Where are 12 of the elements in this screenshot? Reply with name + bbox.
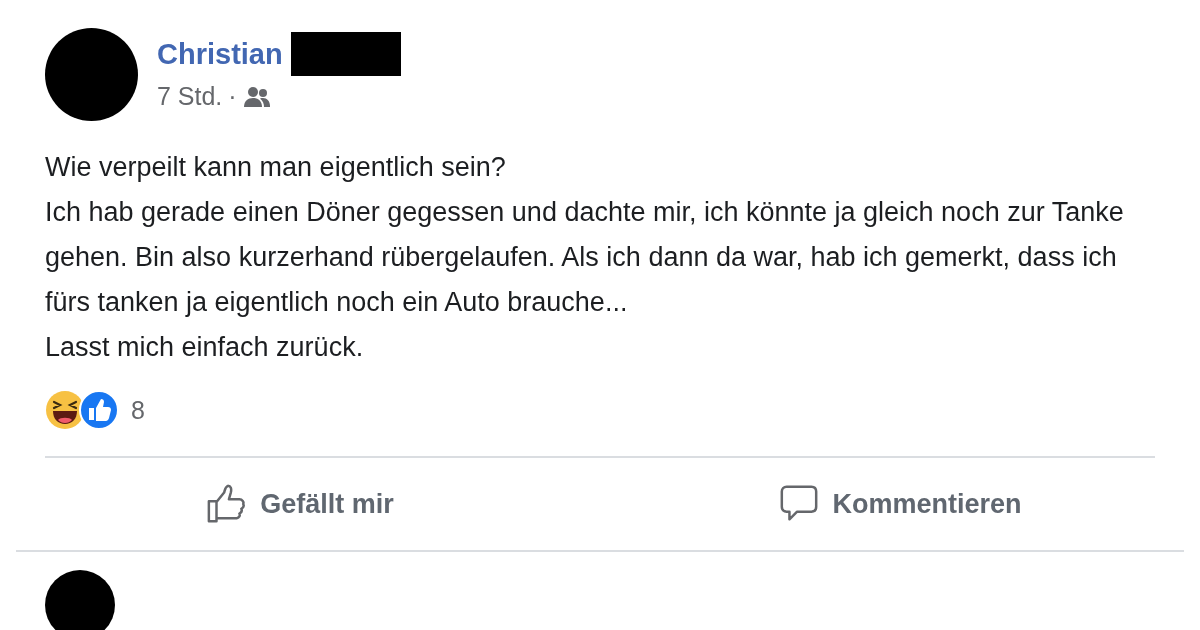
separator-dot: · xyxy=(228,82,237,111)
post-text: Ich hab gerade einen Döner gegessen und dachte mir, ich könnte ja gleich noch zur Tanke gehen. Bin also kurzerhand rübergelaufen. Als ich dann da war, hab ich gemerkt, dass ich fürs tanken ja eigentlich noch ein Auto brauche... xyxy=(45,196,1125,319)
avatar[interactable] xyxy=(45,570,115,630)
post-text: Wie verpeilt kann man eigentlich sein? xyxy=(45,151,507,184)
post-time[interactable]: 7 Std. xyxy=(157,82,223,111)
comment-button[interactable]: Kommentieren xyxy=(600,483,1200,525)
author-name[interactable]: Christian xyxy=(157,37,283,71)
people-icon xyxy=(242,85,271,108)
thumbs-up-icon xyxy=(79,390,119,430)
post-text: Lasst mich einfach zurück. xyxy=(45,331,365,364)
like-button[interactable]: Gefällt mir xyxy=(0,483,600,525)
reaction-count[interactable]: 8 xyxy=(131,395,145,425)
